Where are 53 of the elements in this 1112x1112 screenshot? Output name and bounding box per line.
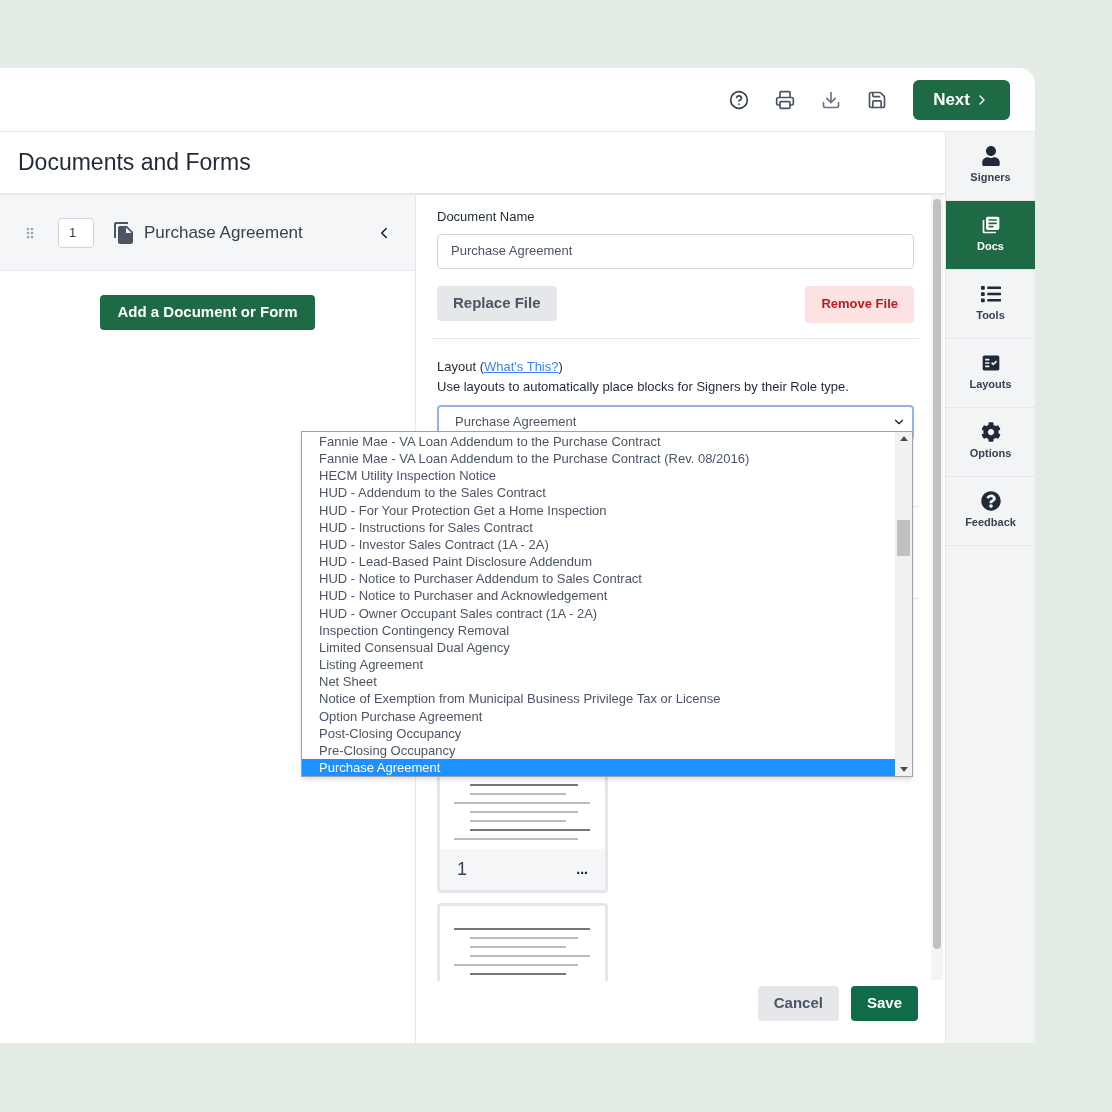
document-name: Purchase Agreement [144, 221, 303, 244]
dropdown-option[interactable]: Inspection Contingency Removal [302, 621, 895, 639]
books-icon [980, 215, 1001, 236]
dropdown-option[interactable]: Notice of Exemption from Municipal Business Privilege Tax or License [302, 690, 895, 708]
dropdown-option[interactable]: HUD - Addendum to the Sales Contract [302, 484, 895, 502]
checklist-icon [980, 353, 1001, 374]
page-number: 1 [457, 857, 467, 881]
next-button[interactable]: Next [913, 79, 1010, 120]
document-row[interactable]: 1 Purchase Agreement [0, 195, 415, 271]
whats-this-link[interactable]: What's This? [484, 358, 559, 374]
dropdown-option[interactable]: Fannie Mae - VA Loan Addendum to the Purchase Contract (Rev. 08/2016) [302, 450, 895, 468]
page-title: Documents and Forms [18, 148, 251, 178]
dropdown-option[interactable]: HUD - Investor Sales Contract (1A - 2A) [302, 535, 895, 554]
cancel-button[interactable]: Cancel [757, 986, 839, 1021]
dropdown-scrollbar[interactable] [895, 432, 912, 776]
dropdown-option[interactable]: HECM Utility Inspection Notice [302, 467, 895, 485]
dropdown-option[interactable]: HUD - Instructions for Sales Contract [302, 518, 895, 536]
dropdown-option[interactable]: HUD - For Your Protection Get a Home Inspection [302, 501, 895, 519]
dropdown-option[interactable]: Limited Consensual Dual Agency [302, 638, 895, 657]
scroll-thumb[interactable] [897, 520, 910, 556]
list-icon [980, 284, 1001, 305]
person-icon [980, 146, 1001, 167]
save-button[interactable]: Save [850, 986, 918, 1021]
remove-file-button[interactable]: Remove File [805, 285, 914, 323]
help-icon [980, 491, 1001, 512]
more-menu[interactable]: ... [576, 858, 588, 880]
sidebar-tab[interactable]: Docs [946, 201, 1035, 270]
print-icon[interactable] [775, 89, 796, 110]
dropdown-option[interactable]: Pre-Closing Occupancy [302, 741, 895, 759]
scroll-down-icon[interactable] [899, 767, 908, 772]
select-value: Purchase Agreement [455, 413, 577, 432]
document-name-field[interactable]: Purchase Agreement [437, 233, 914, 269]
dropdown-option[interactable]: Net Sheet [302, 673, 895, 691]
document-icon [112, 220, 136, 245]
add-document-button[interactable]: Add a Document or Form [100, 295, 315, 330]
layout-label: Layout (What's This?) [437, 357, 564, 376]
scrollbar[interactable] [931, 195, 943, 980]
dropdown-option[interactable]: HUD - Lead-Based Paint Disclosure Addendum [302, 553, 895, 571]
scroll-up-icon[interactable] [899, 436, 908, 441]
dropdown-option[interactable]: HUD - Notice to Purchaser Addendum to Sales Contract [302, 570, 895, 588]
document-name-label: Document Name [437, 208, 536, 226]
save-icon[interactable] [867, 89, 888, 110]
layout-description: Use layouts to automatically place blocks for Signers by their Role type. [437, 378, 850, 396]
help-icon[interactable] [729, 89, 750, 110]
dropdown-option[interactable]: HUD - Owner Occupant Sales contract (1A - 2A) [302, 604, 895, 622]
download-icon[interactable] [821, 89, 842, 110]
dropdown-option[interactable]: Post-Closing Occupancy [302, 724, 895, 742]
replace-file-button[interactable]: Replace File [437, 285, 557, 321]
order-field[interactable]: 1 [58, 217, 94, 248]
dropdown-option[interactable]: HUD - Notice to Purchaser and Acknowledgement [302, 587, 895, 605]
dropdown-option[interactable]: Listing Agreement [302, 656, 895, 674]
settings-icon [980, 422, 1001, 443]
dropdown-option[interactable]: Option Purchase Agreement [302, 707, 895, 725]
